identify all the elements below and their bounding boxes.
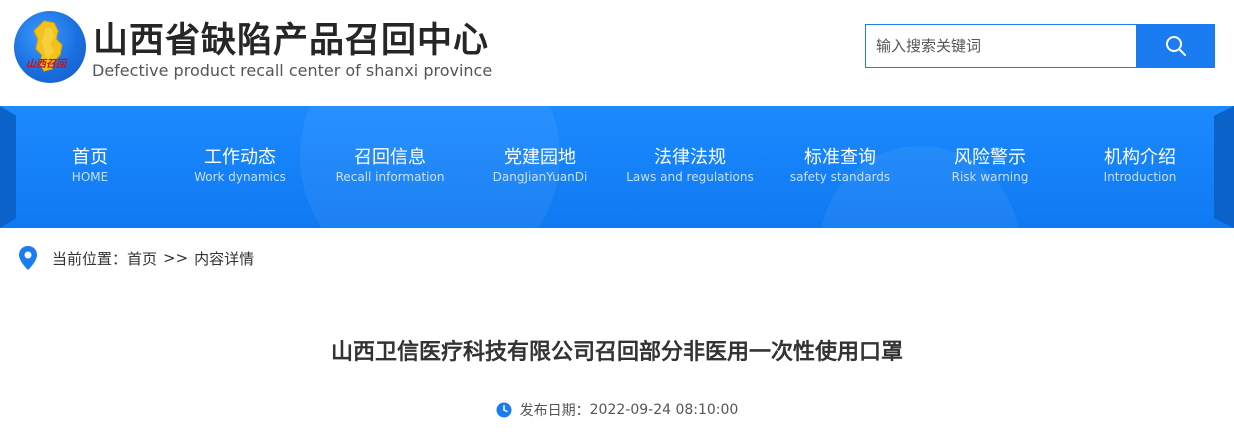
nav-item-label: 法律法规 xyxy=(654,147,726,168)
nav-item-label: 风险警示 xyxy=(954,147,1026,168)
article-meta: 发布日期： 2022-09-24 08:10:00 xyxy=(0,400,1234,420)
logo-text: 山西召回 xyxy=(26,59,66,70)
nav-item-recall-information[interactable]: 召回信息 Recall information xyxy=(315,146,465,185)
nav-item-laws[interactable]: 法律法规 Laws and regulations xyxy=(615,146,765,185)
date-label: 发布日期： xyxy=(519,403,590,419)
location-pin-icon xyxy=(19,246,37,270)
breadcrumb-separator: >> xyxy=(163,249,189,267)
nav-item-sublabel: DangJianYuanDi xyxy=(492,170,588,184)
nav-item-label: 标准查询 xyxy=(804,147,876,168)
nav-item-sublabel: Work dynamics xyxy=(194,170,286,184)
nav-fold-right xyxy=(1214,106,1234,228)
publish-date: 2022-09-24 08:10:00 xyxy=(589,402,739,418)
nav-item-sublabel: Introduction xyxy=(1103,170,1177,184)
search-button[interactable] xyxy=(1137,24,1215,68)
nav-items: 首页 HOME 工作动态 Work dynamics 召回信息 Recall i… xyxy=(15,106,1215,228)
nav-item-sublabel: Recall information xyxy=(335,170,445,184)
shanxi-map-logo-icon xyxy=(33,20,63,72)
article-title: 山西卫信医疗科技有限公司召回部分非医用一次性使用口罩 xyxy=(330,340,903,365)
site-subtitle: Defective product recall center of shanx… xyxy=(92,61,493,80)
search-input[interactable] xyxy=(866,25,1136,67)
nav-item-home[interactable]: 首页 HOME xyxy=(15,146,165,185)
search-box xyxy=(865,24,1137,68)
nav-item-sublabel: Laws and regulations xyxy=(626,170,754,184)
page: 山西召回 山西省缺陷产品召回中心 Defective product recal… xyxy=(0,0,1234,440)
nav-item-sublabel: Risk warning xyxy=(951,170,1029,184)
nav-item-party-building[interactable]: 党建园地 DangJianYuanDi xyxy=(465,146,615,185)
site-logo[interactable]: 山西召回 xyxy=(14,11,86,83)
main-nav: 首页 HOME 工作动态 Work dynamics 召回信息 Recall i… xyxy=(0,106,1234,228)
breadcrumb-label: 当前位置： xyxy=(52,249,128,268)
search-icon xyxy=(1166,36,1186,56)
breadcrumb: 当前位置： 首页 >> 内容详情 xyxy=(18,244,254,272)
nav-item-label: 召回信息 xyxy=(354,147,426,168)
nav-item-sublabel: HOME xyxy=(71,170,109,184)
nav-item-introduction[interactable]: 机构介绍 Introduction xyxy=(1065,146,1215,185)
site-title: 山西省缺陷产品召回中心 xyxy=(93,21,490,61)
clock-icon xyxy=(496,402,512,418)
breadcrumb-home-link[interactable]: 首页 xyxy=(127,248,157,269)
nav-item-label: 党建园地 xyxy=(504,147,576,168)
nav-fold-left xyxy=(0,106,16,228)
nav-item-label: 机构介绍 xyxy=(1104,147,1176,168)
nav-item-label: 首页 xyxy=(72,147,108,168)
nav-item-work-dynamics[interactable]: 工作动态 Work dynamics xyxy=(165,146,315,185)
breadcrumb-current: 内容详情 xyxy=(194,249,255,268)
nav-item-risk-warning[interactable]: 风险警示 Risk warning xyxy=(915,146,1065,185)
nav-item-sublabel: safety standards xyxy=(789,170,891,184)
nav-item-label: 工作动态 xyxy=(204,147,276,168)
nav-item-standards[interactable]: 标准查询 safety standards xyxy=(765,146,915,185)
